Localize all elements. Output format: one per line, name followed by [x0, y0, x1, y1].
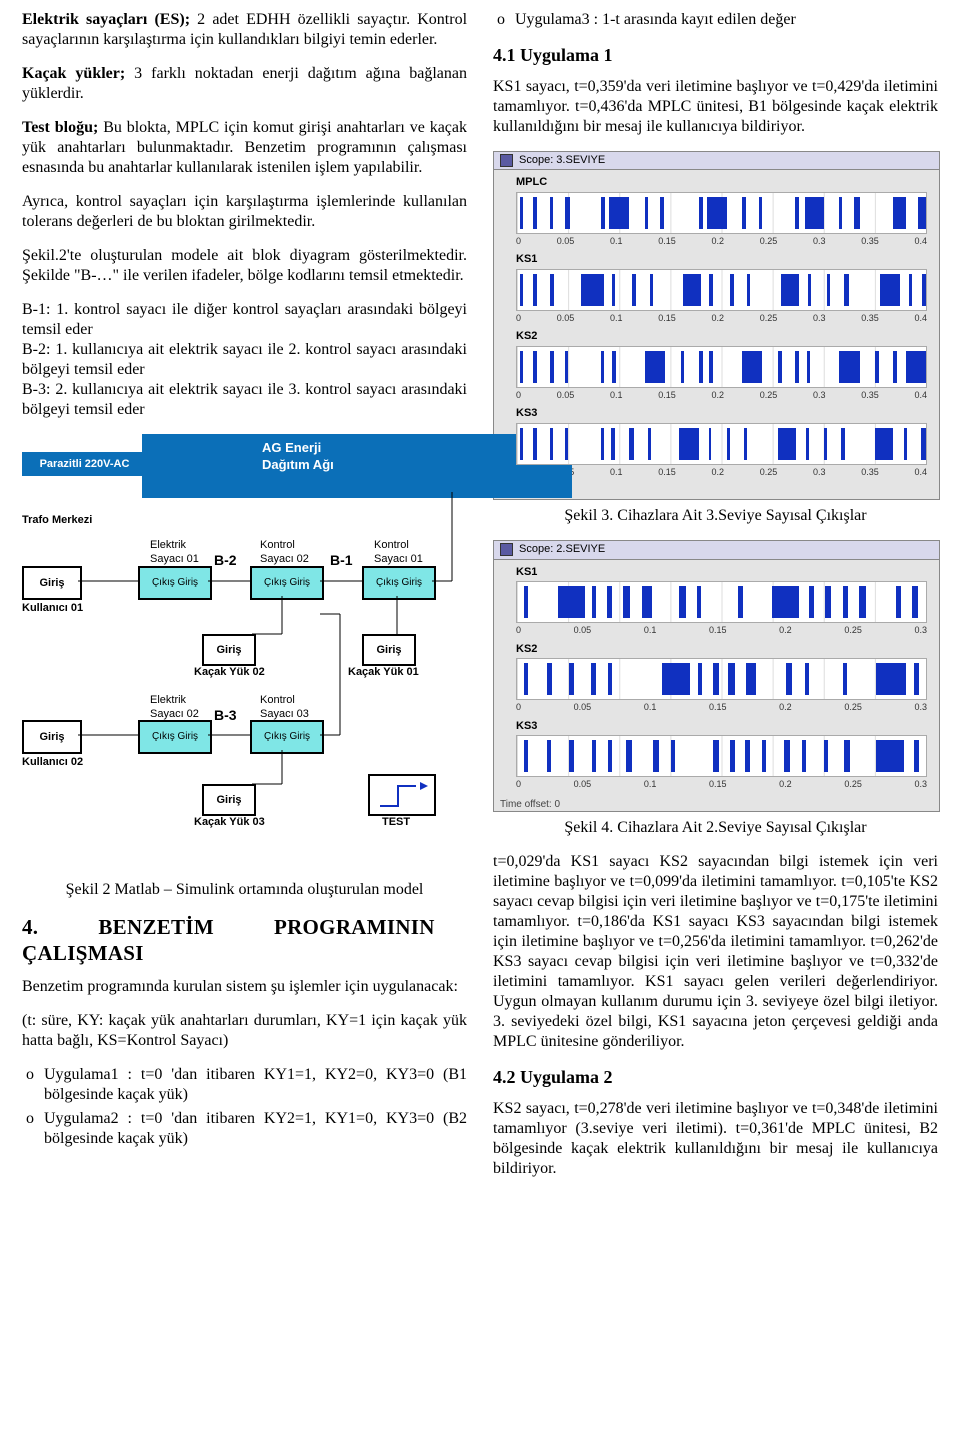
left-column: Elektrik sayaçları (ES); 2 adet EDHH öze… — [22, 10, 467, 1193]
b3-tag: B-3 — [214, 707, 237, 725]
figure-2-block-diagram: AG Enerji Dağıtım Ağı Parazitli 220V-AC … — [22, 434, 467, 874]
plot-ticks: 00.050.10.150.20.250.3 — [516, 625, 927, 636]
list-item: Uygulama1 : t=0 'dan itibaren KY1=1, KY2… — [22, 1065, 467, 1105]
es01-box: Çıkış Giriş — [138, 566, 212, 600]
para-after-fig4: t=0,029'da KS1 sayacı KS2 sayacından bil… — [493, 852, 938, 1052]
ks03-box: Çıkış Giriş — [250, 720, 324, 754]
scope-icon — [500, 154, 513, 167]
trafo-label: Trafo Merkezi — [22, 514, 92, 528]
user02-giris: Giriş — [22, 720, 82, 754]
plot-label: KS1 — [516, 253, 933, 267]
ky03-label: Kaçak Yük 03 — [194, 816, 265, 830]
para-b1: B-1: 1. kontrol sayacı ile diğer kontrol… — [22, 300, 467, 340]
para-4-2: KS2 sayacı, t=0,278'de veri iletimine ba… — [493, 1099, 938, 1179]
heading-section-4: 4.BENZETİMPROGRAMININÇALIŞMASI — [22, 914, 467, 967]
lead-es: Elektrik sayaçları (ES); — [22, 11, 190, 28]
application-list-left: Uygulama1 : t=0 'dan itibaren KY1=1, KY2… — [22, 1065, 467, 1149]
scope-icon — [500, 543, 513, 556]
ks03-label: Kontrol Sayacı 03 — [260, 694, 309, 722]
para-legend: (t: süre, KY: kaçak yük anahtarları duru… — [22, 1011, 467, 1051]
ky01-giris: Giriş — [362, 634, 416, 666]
b1-tag: B-1 — [330, 552, 353, 570]
heading-4-2: 4.2 Uygulama 2 — [493, 1066, 938, 1089]
para-b3: B-3: 2. kullanıcıya ait elektrik sayacı … — [22, 380, 467, 420]
parazitli-label: Parazitli 220V-AC — [40, 458, 130, 470]
para-ky: Kaçak yükler; 3 farklı noktadan enerji d… — [22, 64, 467, 104]
plot-mplc — [516, 192, 927, 234]
plot-ticks: 00.050.10.150.20.250.30.350.4 — [516, 313, 927, 324]
plot-label: KS2 — [516, 330, 933, 344]
figure-4-scope: Scope: 2.SEVIYE KS1 00.050.10.150.20.250.… — [493, 540, 940, 812]
caption-fig2: Şekil 2 Matlab – Simulink ortamında oluş… — [22, 880, 467, 900]
scope3-titlebar: Scope: 3.SEVIYE — [494, 152, 939, 171]
plot-ticks: 00.050.10.150.20.250.3 — [516, 779, 927, 790]
para-es: Elektrik sayaçları (ES); 2 adet EDHH öze… — [22, 10, 467, 50]
user01-label: Kullanıcı 01 — [22, 602, 83, 616]
list-item: Uygulama2 : t=0 'dan itibaren KY2=1, KY1… — [22, 1109, 467, 1149]
ky02-label: Kaçak Yük 02 — [194, 666, 265, 680]
page: Elektrik sayaçları (ES); 2 adet EDHH öze… — [0, 0, 960, 1223]
scope2-timeoffset: Time offset: 0 — [494, 799, 939, 812]
ky03-giris: Giriş — [202, 784, 256, 816]
banner-line2: Dağıtım Ağı — [262, 457, 334, 472]
scope2-titlebar: Scope: 2.SEVIYE — [494, 541, 939, 560]
plot-ticks: 00.050.10.150.20.250.30.350.4 — [516, 390, 927, 401]
plot-label: KS3 — [516, 720, 933, 734]
plot-label: MPLC — [516, 176, 933, 190]
para-b-intro: Şekil.2'te oluşturulan modele ait blok d… — [22, 246, 467, 286]
figure-3-scope: Scope: 3.SEVIYE MPLC 00.050.10.150.20.250… — [493, 151, 940, 500]
plot-ticks: 00.050.10.150.20.250.30.350.4 — [516, 236, 927, 247]
para-4-1: KS1 sayacı, t=0,359'da veri iletimine ba… — [493, 77, 938, 137]
ks02-box: Çıkış Giriş — [250, 566, 324, 600]
plot-ks1 — [516, 269, 927, 311]
para-tolerance: Ayrıca, kontrol sayaçları için karşılaşt… — [22, 192, 467, 232]
user01-giris: Giriş — [22, 566, 82, 600]
right-column: Uygulama3 : 1-t arasında kayıt edilen de… — [493, 10, 938, 1193]
scope2-title: Scope: 2.SEVIYE — [519, 543, 605, 557]
test-box — [368, 774, 436, 816]
scope3-body: MPLC 00.050.10.150.20.250.30.350.4 KS1 00.0… — [494, 170, 939, 486]
b2-tag: B-2 — [214, 552, 237, 570]
list-item: Uygulama3 : 1-t arasında kayıt edilen de… — [493, 10, 938, 30]
plot-ticks: 00.050.10.150.20.250.3 — [516, 702, 927, 713]
es02-label: Elektrik Sayacı 02 — [150, 694, 199, 722]
ky01-label: Kaçak Yük 01 — [348, 666, 419, 680]
lead-ky: Kaçak yükler; — [22, 65, 125, 82]
heading-4-1: 4.1 Uygulama 1 — [493, 44, 938, 67]
plot-ks1 — [516, 581, 927, 623]
banner-line1: AG Enerji — [262, 440, 321, 455]
scope2-body: KS1 00.050.10.150.20.250.3 KS2 00.050.10.15… — [494, 560, 939, 799]
ks01-box: Çıkış Giriş — [362, 566, 436, 600]
plot-ks3 — [516, 423, 927, 465]
plot-ks3 — [516, 735, 927, 777]
ks01-label: Kontrol Sayacı 01 — [374, 539, 423, 567]
es02-box: Çıkış Giriş — [138, 720, 212, 754]
plot-label: KS3 — [516, 407, 933, 421]
banner-ag: AG Enerji Dağıtım Ağı — [142, 434, 572, 498]
caption-fig3: Şekil 3. Cihazlara Ait 3.Seviye Sayısal … — [493, 506, 938, 526]
caption-fig4: Şekil 4. Cihazlara Ait 2.Seviye Sayısal … — [493, 818, 938, 838]
plot-label: KS1 — [516, 566, 933, 580]
lead-test: Test bloğu; — [22, 119, 98, 136]
plot-ks2 — [516, 346, 927, 388]
ks02-label: Kontrol Sayacı 02 — [260, 539, 309, 567]
scope3-title: Scope: 3.SEVIYE — [519, 154, 605, 168]
para-test: Test bloğu; Bu blokta, MPLC için komut g… — [22, 118, 467, 178]
test-label: TEST — [382, 816, 410, 830]
plot-ks2 — [516, 658, 927, 700]
plot-ticks: 00.050.10.150.20.250.30.350.4 — [516, 467, 927, 478]
es01-label: Elektrik Sayacı 01 — [150, 539, 199, 567]
user02-label: Kullanıcı 02 — [22, 756, 83, 770]
parazitli-box: Parazitli 220V-AC — [22, 452, 147, 476]
plot-label: KS2 — [516, 643, 933, 657]
para-b2: B-2: 1. kullanıcıya ait elektrik sayacı … — [22, 340, 467, 380]
para-run-intro: Benzetim programında kurulan sistem şu i… — [22, 977, 467, 997]
ky02-giris: Giriş — [202, 634, 256, 666]
application-list-right: Uygulama3 : 1-t arasında kayıt edilen de… — [493, 10, 938, 30]
